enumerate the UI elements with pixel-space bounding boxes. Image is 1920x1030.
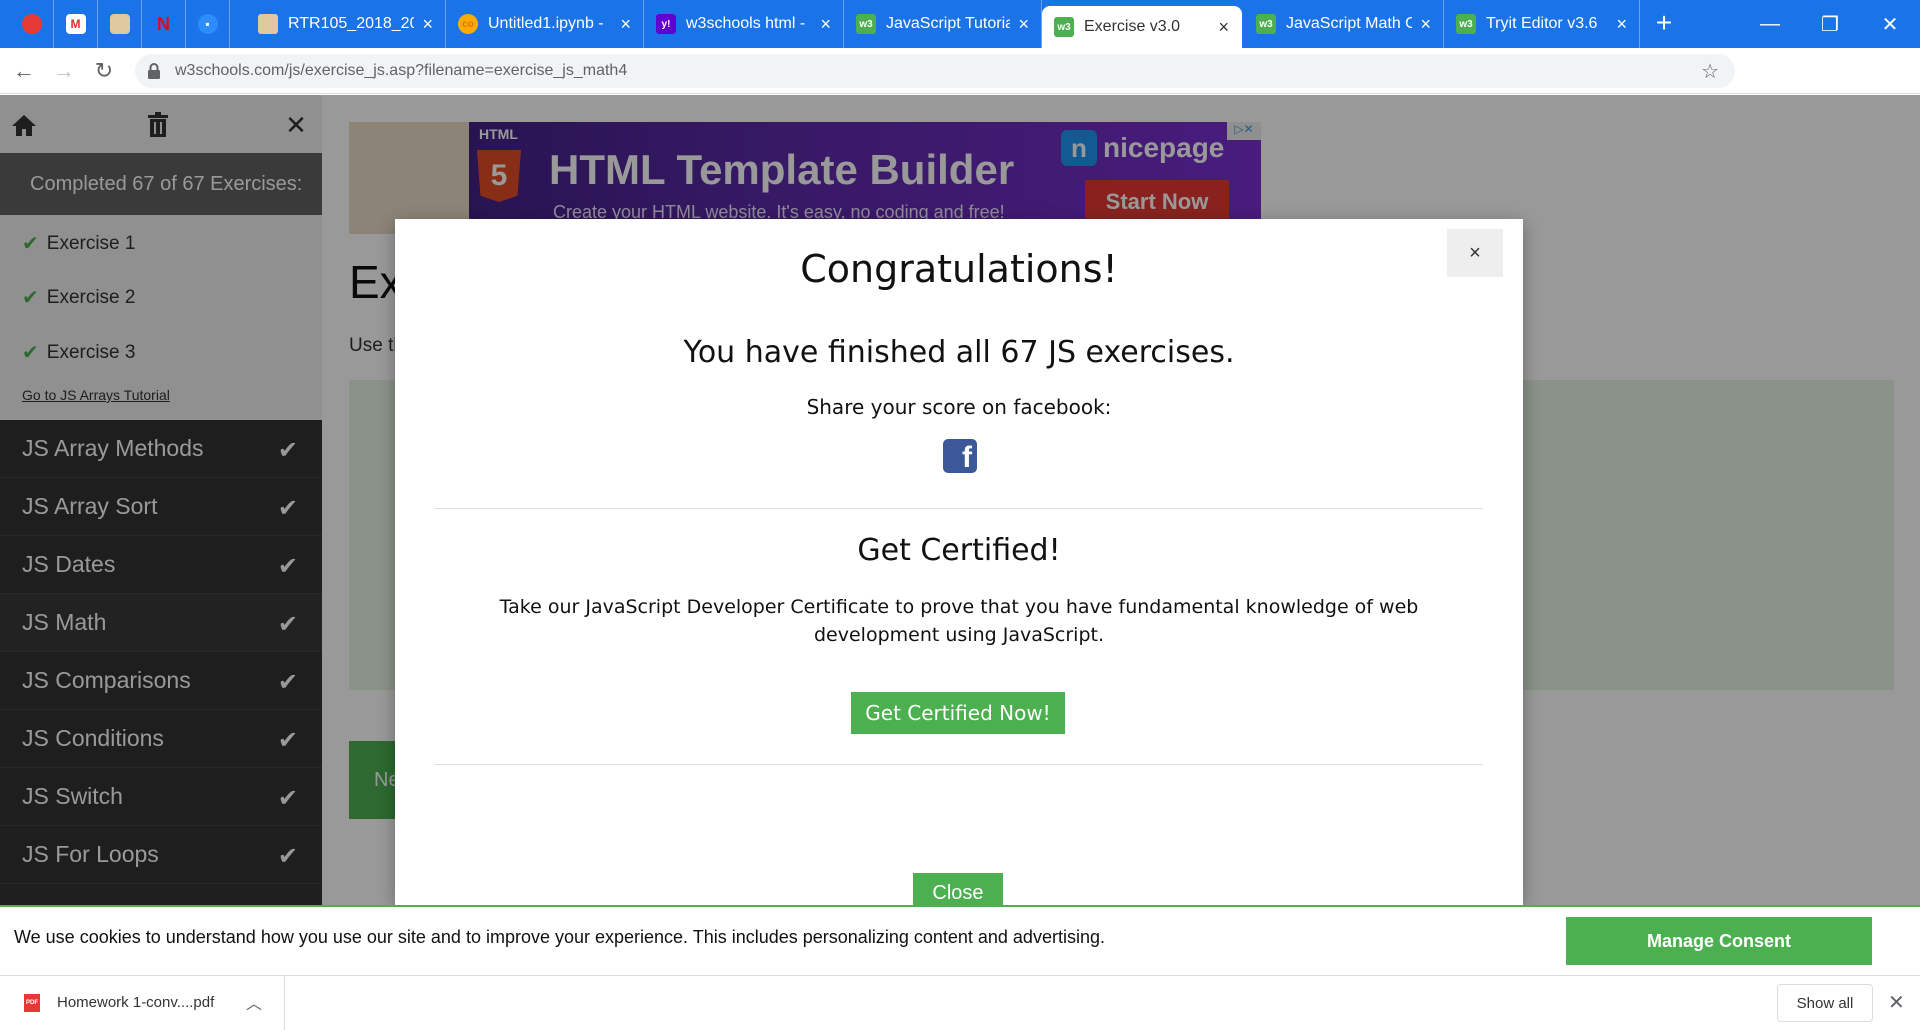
pinned-tab-gmail[interactable]: M <box>54 0 98 48</box>
red-circle-icon <box>21 14 42 34</box>
tab-title: RTR105_2018_201 <box>288 15 415 32</box>
tab-close-icon[interactable]: × <box>820 15 831 33</box>
bookmark-star-icon[interactable]: ☆ <box>1701 59 1719 84</box>
gmail-icon: M <box>65 14 86 34</box>
close-window-icon[interactable]: ✕ <box>1860 0 1920 48</box>
tab-tryit-editor[interactable]: w3 Tryit Editor v3.6 × <box>1444 0 1640 48</box>
tab-javascript-math[interactable]: w3 JavaScript Math O × <box>1244 0 1444 48</box>
download-item[interactable]: PDF Homework 1-conv....pdf ︿ <box>0 976 285 1030</box>
minimize-icon[interactable]: — <box>1740 0 1800 48</box>
certified-heading: Get Certified! <box>857 533 1061 568</box>
tab-title: JavaScript Math O <box>1286 15 1413 32</box>
tab-close-icon[interactable]: × <box>1420 15 1431 33</box>
forward-arrow-icon[interactable]: → <box>48 55 80 87</box>
address-bar[interactable]: w3schools.com/js/exercise_js.asp?filenam… <box>135 54 1735 88</box>
new-tab-button[interactable]: + <box>1648 8 1680 40</box>
manage-consent-button[interactable]: Manage Consent <box>1566 917 1872 965</box>
modal-heading: Congratulations! <box>800 247 1118 291</box>
divider <box>435 508 1483 509</box>
tab-title: Tryit Editor v3.6 <box>1486 15 1598 32</box>
w3schools-icon: w3 <box>1456 14 1476 34</box>
tab-close-icon[interactable]: × <box>1018 15 1029 33</box>
image-icon <box>109 14 130 34</box>
certificate-description: Take our JavaScript Developer Certificat… <box>499 596 1419 646</box>
divider <box>435 764 1483 765</box>
netflix-icon: N <box>157 13 170 34</box>
reload-icon[interactable]: ↻ <box>88 55 120 87</box>
finished-message: You have finished all 67 JS exercises. <box>683 335 1235 370</box>
congratulations-modal: × Congratulations! You have finished all… <box>395 219 1523 913</box>
pinned-tabs: M N ▪ <box>10 0 230 48</box>
zoom-icon: ▪ <box>197 14 218 34</box>
tab-title: Untitled1.ipynb - <box>488 15 604 32</box>
colab-icon: co <box>458 14 478 34</box>
chevron-up-icon[interactable]: ︿ <box>246 990 262 1014</box>
tab-rtr105[interactable]: RTR105_2018_201 × <box>246 0 446 48</box>
show-all-downloads-button[interactable]: Show all <box>1777 984 1873 1022</box>
tab-title: Exercise v3.0 <box>1084 18 1181 35</box>
tab-close-icon[interactable]: × <box>1616 15 1627 33</box>
tab-title: JavaScript Tutorial <box>886 15 1011 32</box>
browser-toolbar: ← → ↻ w3schools.com/js/exercise_js.asp?f… <box>0 48 1920 132</box>
yahoo-icon: y! <box>656 14 676 34</box>
w3schools-icon: w3 <box>1256 14 1276 34</box>
tab-exercise[interactable]: w3 Exercise v3.0 × <box>1042 6 1242 48</box>
back-arrow-icon[interactable]: ← <box>8 55 40 87</box>
download-shelf: PDF Homework 1-conv....pdf ︿ Show all ✕ <box>0 975 1920 1030</box>
pinned-tab-1[interactable] <box>10 0 54 48</box>
tab-close-icon[interactable]: × <box>620 15 631 33</box>
close-shelf-icon[interactable]: ✕ <box>1888 990 1905 1015</box>
pdf-file-icon: PDF <box>24 994 40 1012</box>
tab-close-icon[interactable]: × <box>1218 18 1229 36</box>
pinned-tab-netflix[interactable]: N <box>142 0 186 48</box>
tab-w3schools-search[interactable]: y! w3schools html - × <box>644 0 844 48</box>
tab-title: w3schools html - <box>686 15 806 32</box>
tab-javascript-tutorial[interactable]: w3 JavaScript Tutorial × <box>844 0 1042 48</box>
tab-close-icon[interactable]: × <box>422 15 433 33</box>
image-icon <box>258 14 278 34</box>
facebook-icon[interactable]: f <box>943 439 977 473</box>
pinned-tab-3[interactable] <box>98 0 142 48</box>
browser-tab-strip: M N ▪ RTR105_2018_201 × co Untitled1.ipy… <box>0 0 1920 48</box>
w3schools-icon: w3 <box>856 14 876 34</box>
url-text: w3schools.com/js/exercise_js.asp?filenam… <box>175 62 628 79</box>
get-certified-button[interactable]: Get Certified Now! <box>851 692 1065 734</box>
lock-icon <box>148 63 160 79</box>
w3schools-icon: w3 <box>1054 17 1074 37</box>
share-label: Share your score on facebook: <box>806 395 1112 419</box>
maximize-icon[interactable]: ❐ <box>1800 0 1860 48</box>
tab-untitled-notebook[interactable]: co Untitled1.ipynb - × <box>446 0 644 48</box>
cookie-banner: We use cookies to understand how you use… <box>0 905 1920 975</box>
download-filename: Homework 1-conv....pdf <box>57 994 215 1011</box>
page-content: ✕ Completed 67 of 67 Exercises: ✔ Exerci… <box>0 95 1920 913</box>
pinned-tab-zoom[interactable]: ▪ <box>186 0 230 48</box>
cookie-message: We use cookies to understand how you use… <box>14 927 1105 947</box>
